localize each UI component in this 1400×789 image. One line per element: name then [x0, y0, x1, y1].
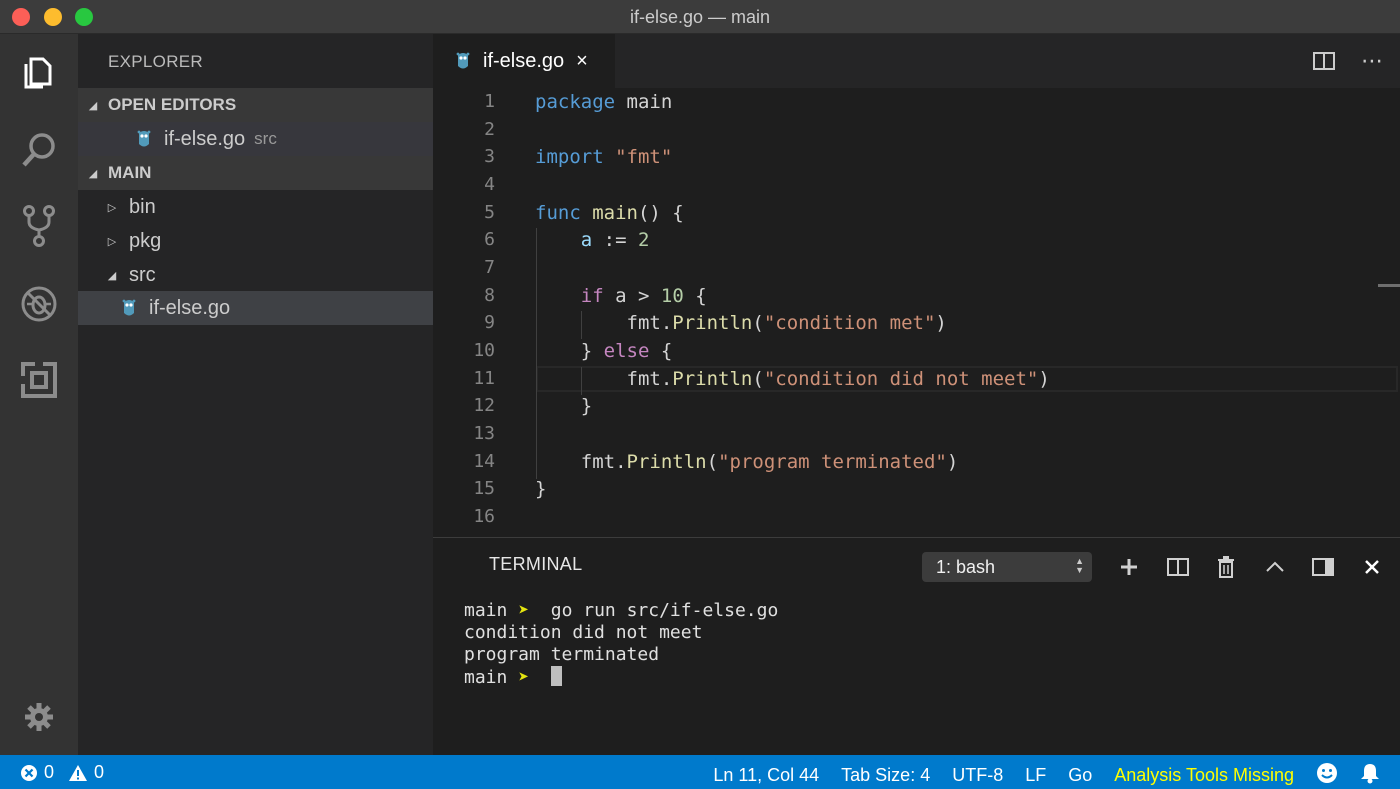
tab-size[interactable]: Tab Size: 4: [841, 765, 930, 786]
chevron-right-icon: ▷: [107, 201, 117, 214]
code-line: 14 fmt.Println("program terminated"): [473, 451, 959, 473]
tab-close-icon[interactable]: ×: [576, 50, 588, 73]
select-arrows-icon: ▲ ▼: [1075, 556, 1084, 575]
tree-folder-pkg[interactable]: ▷ pkg: [78, 224, 433, 258]
go-gopher-icon: [456, 52, 470, 69]
notifications-bell-icon[interactable]: [1360, 762, 1380, 789]
main-folder-label: MAIN: [108, 163, 152, 182]
code-line: 12 }: [473, 395, 593, 417]
terminal-panel: TERMINAL 1: bash ▲ ▼ main ➤ go run src/if…: [433, 537, 1400, 755]
split-editor-icon[interactable]: [1312, 50, 1336, 72]
status-bar: 0 0 Ln 11, Col 44 Tab Size: 4 UTF-8 LF G…: [0, 755, 1400, 789]
go-gopher-icon: [122, 299, 136, 316]
editor-tab-label: if-else.go: [483, 49, 565, 72]
more-actions-icon[interactable]: ⋯: [1360, 48, 1384, 73]
open-editors-header[interactable]: ◢ OPEN EDITORS: [78, 88, 433, 122]
editor-area: if-else.go × ⋯ 1 package main 2 3 import "…: [433, 34, 1400, 537]
code-line: 6 a := 2: [484, 229, 650, 251]
close-panel-icon[interactable]: [1360, 554, 1384, 580]
analysis-tools-warning[interactable]: Analysis Tools Missing: [1114, 765, 1294, 786]
debug-icon[interactable]: [17, 282, 61, 326]
code-line: 11 fmt.Println("condition did not meet"): [473, 368, 1050, 390]
tree-folder-label: pkg: [129, 229, 162, 252]
code-line: 3 import "fmt": [484, 146, 673, 168]
terminal-cursor: [550, 666, 562, 686]
warning-icon: [69, 764, 88, 781]
search-icon[interactable]: [17, 128, 61, 172]
terminal-line: main ➤ go run src/if-else.go: [464, 600, 779, 621]
terminal-selector-value: 1: bash: [936, 556, 996, 577]
cursor-position[interactable]: Ln 11, Col 44: [713, 765, 819, 786]
code-line: 1 package main: [484, 91, 673, 113]
window-title: if-else.go — main: [629, 7, 771, 27]
explorer-sidebar: EXPLORER ◢ OPEN EDITORS if-else.go src ◢…: [78, 34, 433, 755]
chevron-down-icon: ◢: [88, 99, 98, 112]
terminal-selector[interactable]: 1: bash ▲ ▼: [922, 552, 1092, 582]
open-editor-name: if-else.go: [164, 127, 246, 150]
open-editors-label: OPEN EDITORS: [108, 95, 237, 114]
terminal-output[interactable]: main ➤ go run src/if-else.go condition di…: [464, 600, 778, 689]
source-control-icon[interactable]: [17, 204, 61, 248]
code-line: 8 if a > 10 {: [484, 285, 707, 307]
terminal-line: condition did not meet: [464, 622, 703, 643]
new-terminal-icon[interactable]: [1117, 554, 1141, 580]
main-folder-header[interactable]: ◢ MAIN: [78, 156, 433, 190]
tree-file-if-else[interactable]: if-else.go: [78, 291, 433, 325]
code-line: 4: [484, 174, 495, 195]
code-line: 10 } else {: [473, 340, 673, 362]
error-count: 0: [44, 762, 55, 782]
tree-file-label: if-else.go: [149, 296, 231, 319]
terminal-actions: [1117, 554, 1400, 580]
chevron-down-icon: ◢: [107, 269, 117, 282]
code-line: 9 fmt.Println("condition met"): [484, 312, 947, 334]
tree-folder-label: src: [129, 263, 156, 286]
split-terminal-icon[interactable]: [1166, 554, 1190, 580]
tree-folder-src[interactable]: ◢ src: [78, 258, 433, 292]
code-line: 2: [484, 119, 495, 140]
language-mode[interactable]: Go: [1068, 765, 1092, 786]
problems-indicator[interactable]: 0 0: [20, 762, 104, 783]
terminal-tab[interactable]: TERMINAL: [489, 554, 582, 581]
explorer-title: EXPLORER: [108, 52, 203, 71]
go-gopher-icon: [137, 130, 151, 147]
warning-count: 0: [94, 762, 105, 782]
code-line: 16: [473, 506, 495, 527]
trash-icon[interactable]: [1214, 554, 1238, 580]
open-editor-item[interactable]: if-else.go src: [78, 122, 433, 156]
tree-folder-label: bin: [129, 195, 156, 218]
editor-tab-bar: if-else.go × ⋯: [433, 34, 1400, 88]
code-line: 5 func main() {: [484, 202, 684, 224]
line-ending[interactable]: LF: [1025, 765, 1046, 786]
files-icon[interactable]: [17, 50, 61, 94]
encoding[interactable]: UTF-8: [952, 765, 1003, 786]
open-editor-description: src: [254, 129, 277, 148]
code-editor[interactable]: 1 package main 2 3 import "fmt" 4 5 func ma…: [433, 88, 1400, 537]
code-line: 7: [484, 257, 495, 278]
terminal-line: program terminated: [464, 644, 660, 665]
toggle-panel-position-icon[interactable]: [1311, 554, 1335, 580]
editor-actions: ⋯: [1312, 48, 1384, 73]
editor-tab[interactable]: if-else.go ×: [433, 34, 615, 88]
activity-bar: [0, 34, 78, 755]
status-right: Ln 11, Col 44 Tab Size: 4 UTF-8 LF Go An…: [691, 762, 1380, 789]
gear-icon[interactable]: [17, 695, 61, 739]
terminal-line: main ➤: [464, 666, 778, 689]
error-icon: [21, 764, 37, 781]
chevron-down-icon: ◢: [88, 167, 98, 180]
tree-folder-bin[interactable]: ▷ bin: [78, 190, 433, 224]
code-line: 15}: [473, 478, 547, 500]
chevron-up-icon[interactable]: [1263, 554, 1287, 580]
code-line: 13: [473, 423, 495, 444]
title-bar: if-else.go — main: [0, 0, 1400, 34]
overview-ruler-marker: [1378, 284, 1400, 287]
chevron-right-icon: ▷: [107, 235, 117, 248]
feedback-smiley-icon[interactable]: [1316, 762, 1338, 789]
extensions-icon[interactable]: [17, 358, 61, 402]
